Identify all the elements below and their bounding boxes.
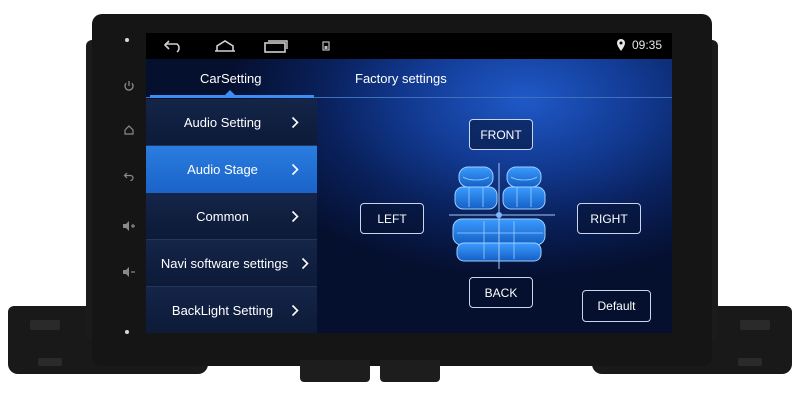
bracket-slot (30, 320, 60, 330)
bracket-slot (38, 358, 62, 366)
tab-factory-settings[interactable]: Factory settings (355, 71, 447, 86)
tab-active-pointer (225, 90, 235, 95)
chevron-right-icon (291, 210, 317, 223)
car-seats-icon[interactable] (443, 163, 561, 269)
power-icon[interactable] (118, 78, 140, 100)
menu-item-label: Audio Setting (183, 114, 262, 130)
volume-down-icon[interactable] (118, 264, 140, 286)
tab-active-indicator (150, 95, 314, 98)
back-hw-icon[interactable] (118, 168, 140, 190)
bezel-bottom-tab (380, 360, 440, 382)
recent-apps-icon[interactable] (262, 37, 290, 55)
status-bar: 09:35 (146, 33, 672, 59)
back-button[interactable]: BACK (469, 277, 533, 308)
reset-dot (125, 330, 129, 334)
default-button[interactable]: Default (582, 290, 651, 322)
chevron-right-icon (291, 116, 317, 129)
chevron-right-icon (301, 257, 317, 270)
home-icon[interactable] (212, 37, 238, 55)
volume-up-icon[interactable] (118, 218, 140, 240)
chevron-right-icon (291, 304, 317, 317)
menu-item-navi-software-settings[interactable]: Navi software settings (146, 240, 317, 287)
back-arrow-icon[interactable] (162, 37, 186, 55)
menu-item-backlight-setting[interactable]: BackLight Setting (146, 287, 317, 333)
home-hw-icon[interactable] (118, 122, 140, 144)
menu-item-label: Navi software settings (160, 255, 289, 271)
front-button[interactable]: FRONT (469, 119, 533, 150)
menu-item-label: Common (196, 208, 249, 224)
notification-icon[interactable] (320, 37, 332, 55)
menu-item-audio-stage[interactable]: Audio Stage (146, 146, 317, 193)
tab-carsetting[interactable]: CarSetting (200, 71, 261, 86)
clock-time: 09:35 (631, 38, 662, 52)
menu-item-label: BackLight Setting (171, 302, 274, 318)
display-screen: 09:35 CarSetting Factory settings Audio … (146, 33, 672, 333)
menu-item-audio-setting[interactable]: Audio Setting (146, 99, 317, 146)
left-button[interactable]: LEFT (360, 203, 424, 234)
right-button[interactable]: RIGHT (577, 203, 641, 234)
location-pin-icon (616, 38, 626, 57)
chevron-right-icon (291, 163, 317, 176)
bracket-slot (740, 320, 770, 330)
bracket-slot (738, 358, 762, 366)
bezel-bottom-tab (300, 360, 370, 382)
menu-item-label: Audio Stage (187, 161, 258, 177)
menu-item-common[interactable]: Common (146, 193, 317, 240)
mic-dot (125, 38, 129, 42)
settings-menu: Audio Setting Audio Stage Common Navi so… (146, 99, 317, 333)
